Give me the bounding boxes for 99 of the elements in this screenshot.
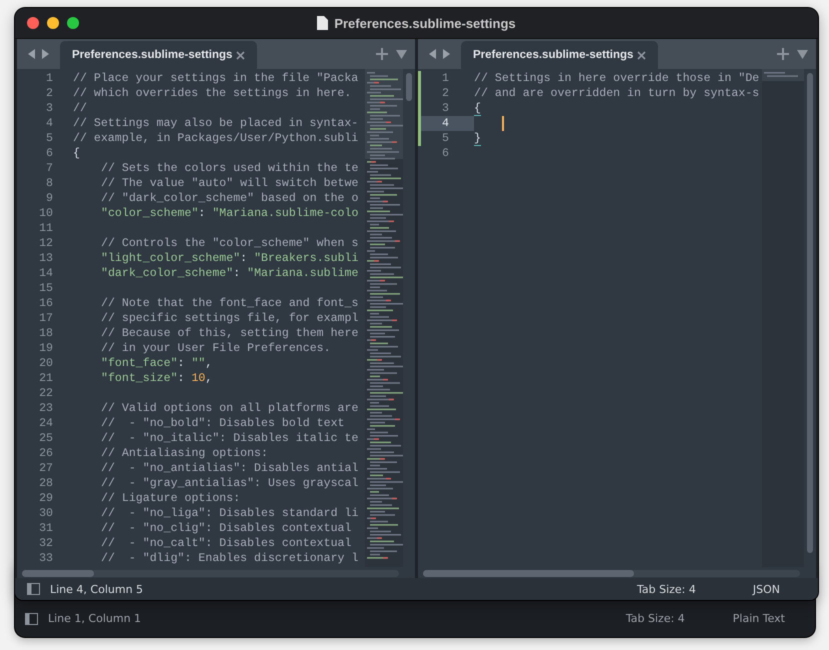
code-line: // - "no_bold": Disables bold text (101, 417, 345, 430)
dropdown-icon[interactable] (797, 50, 808, 58)
document-icon (317, 16, 328, 30)
line-number: 5 (45, 131, 54, 146)
line-number: 23 (38, 401, 54, 416)
code-line: // (73, 102, 87, 115)
line-number: 30 (38, 506, 54, 521)
code-line: // specific settings file, for exampl (101, 312, 358, 325)
panel-icon[interactable] (27, 583, 40, 595)
code-line: "dark_color_scheme": "Mariana.sublime (101, 267, 358, 280)
line-number: 3 (45, 101, 54, 116)
code-line: // Settings in here override those in "De (474, 72, 760, 85)
code-line: // example, in Packages/User/Python.subli (73, 132, 358, 145)
code-line: // which overrides the settings in here. (73, 87, 352, 100)
code-line: // Settings may also be placed in syntax- (73, 117, 358, 130)
code-line: // Antialiasing options: (101, 447, 268, 460)
line-number: 26 (38, 446, 54, 461)
line-number: 12 (38, 236, 54, 251)
line-number: 4 (45, 116, 54, 131)
line-number: 22 (38, 386, 54, 401)
code-line: // Ligature options: (101, 492, 240, 505)
line-number: 6 (441, 146, 450, 161)
cursor-position[interactable]: Line 1, Column 1 (48, 612, 142, 625)
code-line: // Note that the font_face and font_s (101, 297, 358, 310)
code-line: // and are overridden in turn by syntax-s (474, 87, 760, 100)
file-tab[interactable]: Preferences.sublime-settings (60, 41, 257, 69)
code-line: // The value "auto" will switch betwe (101, 177, 358, 190)
line-number: 28 (38, 476, 54, 491)
scrollbar-thumb[interactable] (423, 570, 634, 576)
plus-icon[interactable] (777, 48, 789, 60)
line-number: 33 (38, 551, 54, 566)
line-number: 27 (38, 461, 54, 476)
line-number: 17 (38, 311, 54, 326)
code-line: // Controls the "color_scheme" when s (101, 237, 358, 250)
code-line: { (73, 147, 80, 160)
line-number: 14 (38, 266, 54, 281)
line-number: 1 (441, 71, 450, 86)
line-number: 10 (38, 206, 54, 221)
code-line: // Place your settings in the file "Packa (73, 72, 358, 85)
code-line: // - "no_antialias": Disables antial (101, 462, 358, 475)
scrollbar-thumb[interactable] (22, 570, 94, 576)
line-number: 24 (38, 416, 54, 431)
line-number: 20 (38, 356, 54, 371)
line-number: 15 (38, 281, 54, 296)
line-number: 32 (38, 536, 54, 551)
code-line: { (474, 102, 481, 116)
tab-size[interactable]: Tab Size: 4 (636, 582, 696, 596)
window-title: Preferences.sublime-settings (334, 16, 516, 30)
file-tab[interactable]: Preferences.sublime-settings (461, 41, 658, 69)
close-icon[interactable] (637, 50, 646, 60)
line-number: 18 (38, 326, 54, 341)
line-number: 8 (45, 176, 54, 191)
code-line: // - "dlig": Enables discretionary l (101, 552, 358, 565)
line-number: 9 (45, 191, 54, 206)
line-number: 2 (441, 86, 450, 101)
scrollbar-thumb[interactable] (807, 73, 813, 553)
line-number: 7 (45, 161, 54, 176)
code-line: "light_color_scheme": "Breakers.subli (101, 252, 358, 265)
cursor-position[interactable]: Line 4, Column 5 (50, 582, 144, 596)
code-line: // - "gray_antialias": Uses grayscal (101, 477, 358, 490)
syntax-label[interactable]: JSON (752, 582, 780, 596)
minimize-button[interactable] (47, 17, 59, 29)
line-number: 3 (441, 101, 450, 116)
close-window-button[interactable] (27, 17, 39, 29)
code-line: // - "no_calt": Disables contextual (101, 537, 352, 550)
code-line: "color_scheme": "Mariana.sublime-colo (101, 207, 358, 220)
plus-icon[interactable] (376, 48, 388, 60)
close-icon[interactable] (236, 50, 245, 60)
line-number: 2 (45, 86, 54, 101)
code-line: } (474, 132, 481, 146)
code-line: "font_size": 10, (101, 372, 212, 385)
line-number: 6 (45, 146, 54, 161)
line-number: 1 (45, 71, 54, 86)
panel-icon[interactable] (25, 612, 38, 624)
line-number: 11 (38, 221, 54, 236)
code-line: // - "no_liga": Disables standard li (101, 507, 358, 520)
code-line: // "dark_color_scheme" based on the o (101, 192, 358, 205)
syntax-label[interactable]: Plain Text (732, 612, 785, 625)
line-number: 5 (441, 131, 450, 146)
tab-size[interactable]: Tab Size: 4 (626, 612, 685, 625)
line-number: 25 (38, 431, 54, 446)
zoom-button[interactable] (67, 17, 79, 29)
code-line: // - "no_clig": Disables contextual (101, 522, 352, 535)
dropdown-icon[interactable] (396, 50, 407, 58)
code-line: // in your User File Preferences. (101, 342, 331, 355)
code-line: // Sets the colors used within the te (101, 162, 358, 175)
line-number: 29 (38, 491, 54, 506)
line-number: 13 (38, 251, 54, 266)
line-number: 16 (38, 296, 54, 311)
line-number: 21 (38, 371, 54, 386)
code-line: "font_face": "", (101, 357, 212, 370)
line-number: 4 (441, 116, 450, 131)
line-number: 19 (38, 341, 54, 356)
code-line: // - "no_italic": Disables italic te (101, 432, 358, 445)
minimap[interactable] (365, 69, 403, 567)
code-line: // Because of this, setting them here (101, 327, 358, 340)
scrollbar-thumb[interactable] (406, 73, 412, 101)
code-line: // Valid options on all platforms are (101, 402, 358, 415)
line-number: 31 (38, 521, 54, 536)
